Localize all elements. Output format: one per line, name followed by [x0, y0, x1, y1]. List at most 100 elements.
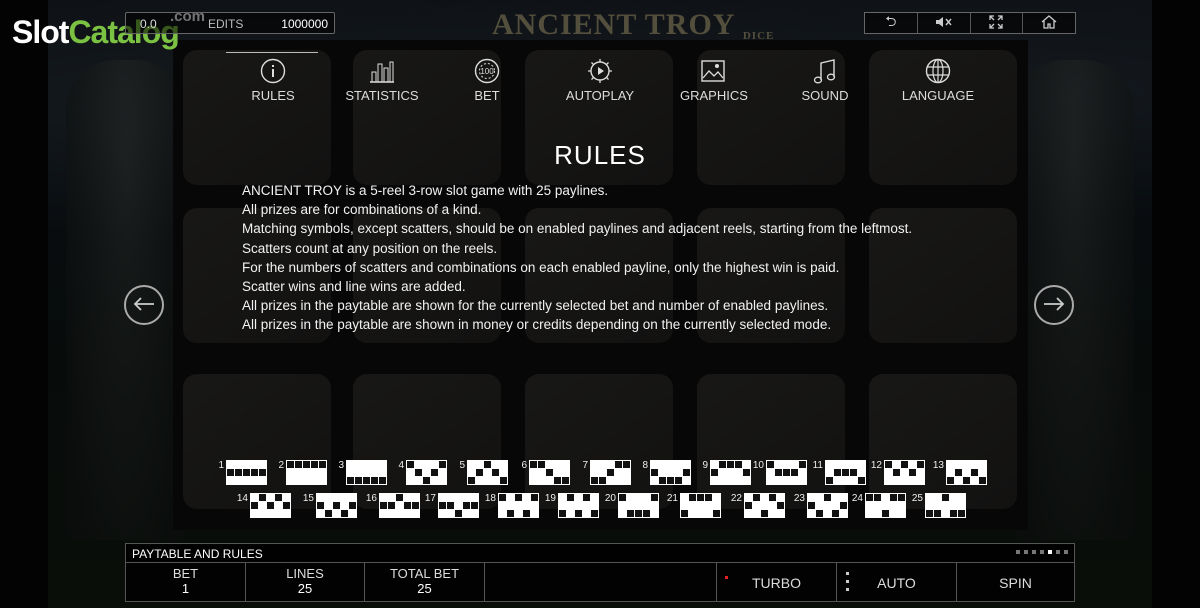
- payline-cell: [431, 461, 438, 468]
- payline-grid: [226, 460, 267, 485]
- payline-cell: [735, 461, 742, 468]
- payline-cell: [898, 494, 905, 501]
- payline-cell: [958, 494, 965, 501]
- prev-page-button[interactable]: [124, 285, 164, 325]
- payline-cell: [295, 477, 302, 484]
- payline-grid: [250, 493, 291, 518]
- payline-cell: [559, 502, 566, 509]
- payline-grid: [618, 493, 659, 518]
- payline-cell: [319, 469, 326, 476]
- payline-cell: [575, 502, 582, 509]
- payline-cell: [955, 469, 962, 476]
- tab-language[interactable]: LANGUAGE: [898, 58, 978, 108]
- payline-cell: [705, 510, 712, 517]
- page-dot[interactable]: [1024, 550, 1028, 554]
- payline-cell: [333, 510, 340, 517]
- payline-cell: [407, 461, 414, 468]
- turbo-button[interactable]: TURBO: [717, 563, 837, 602]
- payline-cell: [950, 510, 957, 517]
- payline-cell: [499, 494, 506, 501]
- payline-cell: [651, 494, 658, 501]
- payline-cell: [866, 494, 873, 501]
- payline-cell: [735, 469, 742, 476]
- payline-cell: [659, 477, 666, 484]
- payline-cell: [531, 494, 538, 501]
- mute-button[interactable]: [918, 13, 971, 33]
- payline-cell: [283, 494, 290, 501]
- payline-cell: [705, 494, 712, 501]
- payline-cell: [761, 502, 768, 509]
- page-dot[interactable]: [1040, 550, 1044, 554]
- home-button[interactable]: [1023, 13, 1075, 33]
- next-page-button[interactable]: [1034, 285, 1074, 325]
- payline-cell: [447, 502, 454, 509]
- payline-grid: [825, 460, 866, 485]
- payline-cell: [599, 477, 606, 484]
- page-dot[interactable]: [1048, 550, 1052, 554]
- bet-selector[interactable]: BET 1: [126, 563, 246, 602]
- page-dot[interactable]: [1032, 550, 1036, 554]
- payline-cell: [745, 510, 752, 517]
- total-bet-display: TOTAL BET 25: [365, 563, 485, 602]
- more-options-icon: [846, 572, 849, 594]
- page-dot[interactable]: [1016, 550, 1020, 554]
- payline-cell: [468, 477, 475, 484]
- payline-grid: [438, 493, 479, 518]
- info-icon: [248, 58, 298, 84]
- payline-cell: [963, 469, 970, 476]
- paytable-tabs: RULES STATISTICS 100 BET AUTOPLAY GRAPHI…: [228, 58, 988, 108]
- payline-cell: [476, 469, 483, 476]
- rules-paragraph: Matching symbols, except scatters, shoul…: [242, 221, 913, 237]
- back-button[interactable]: ⮌: [865, 13, 918, 33]
- payline-cell: [783, 469, 790, 476]
- payline-cell: [866, 502, 873, 509]
- payline-cell: [243, 469, 250, 476]
- tab-rules[interactable]: RULES: [248, 58, 298, 108]
- payline-cell: [396, 502, 403, 509]
- auto-button[interactable]: AUTO: [837, 563, 957, 602]
- payline-cell: [627, 494, 634, 501]
- tab-sound[interactable]: SOUND: [800, 58, 850, 108]
- payline-cell: [607, 461, 614, 468]
- payline-cell: [311, 477, 318, 484]
- payline-cell: [623, 469, 630, 476]
- payline-cell: [643, 502, 650, 509]
- payline-cell: [599, 469, 606, 476]
- payline-cell: [347, 477, 354, 484]
- payline-cell: [791, 477, 798, 484]
- payline-cell: [791, 461, 798, 468]
- bottom-panel: PAYTABLE AND RULES BET 1 LINES 25 TOTAL …: [125, 543, 1075, 602]
- payline-cell: [735, 477, 742, 484]
- lines-selector[interactable]: LINES 25: [246, 563, 365, 602]
- payline-grid: [529, 460, 570, 485]
- spin-button[interactable]: SPIN: [957, 563, 1074, 602]
- payline-cell: [311, 461, 318, 468]
- fullscreen-button[interactable]: [971, 13, 1024, 33]
- game-screen: SlotCatalog .com 0.0 EDITS 1000000 ANCIE…: [0, 0, 1200, 608]
- payline-cell: [777, 502, 784, 509]
- payline-cell: [697, 494, 704, 501]
- payline-cell: [562, 477, 569, 484]
- payline-cell: [583, 494, 590, 501]
- payline-cell: [753, 494, 760, 501]
- payline-cell: [979, 469, 986, 476]
- payline-cell: [885, 461, 892, 468]
- tab-autoplay[interactable]: AUTOPLAY: [564, 58, 636, 108]
- tab-graphics[interactable]: GRAPHICS: [680, 58, 748, 108]
- tab-bet[interactable]: 100 BET: [470, 58, 504, 108]
- payline-cell: [468, 469, 475, 476]
- payline-cell: [341, 502, 348, 509]
- page-dot[interactable]: [1064, 550, 1068, 554]
- tab-statistics[interactable]: STATISTICS: [344, 58, 420, 108]
- payline-cell: [635, 502, 642, 509]
- payline-cell: [227, 477, 234, 484]
- payline-cell: [769, 502, 776, 509]
- payline-cell: [777, 494, 784, 501]
- payline-cell: [303, 477, 310, 484]
- payline-cell: [412, 502, 419, 509]
- payline-cell: [507, 494, 514, 501]
- payline-cell: [683, 477, 690, 484]
- page-dot[interactable]: [1056, 550, 1060, 554]
- payline-cell: [591, 469, 598, 476]
- payline-cell: [243, 477, 250, 484]
